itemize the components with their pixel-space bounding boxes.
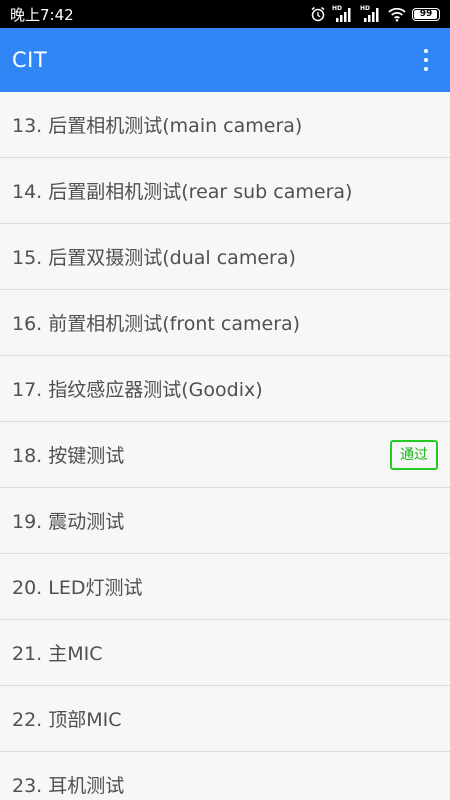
battery-icon: 99 bbox=[412, 7, 440, 21]
app-bar: CIT bbox=[0, 28, 450, 92]
signal-sim1-icon: HD bbox=[332, 5, 354, 23]
list-item-rear-sub-camera[interactable]: 14. 后置副相机测试(rear sub camera) bbox=[0, 158, 450, 224]
list-item-label: 14. 后置副相机测试(rear sub camera) bbox=[12, 181, 353, 203]
list-item-top-mic[interactable]: 22. 顶部MIC bbox=[0, 686, 450, 752]
list-item-label: 23. 耳机测试 bbox=[12, 775, 125, 797]
pass-badge: 通过 bbox=[390, 439, 438, 470]
alarm-icon bbox=[310, 6, 326, 22]
list-item-label: 19. 震动测试 bbox=[12, 511, 125, 533]
list-item-label: 13. 后置相机测试(main camera) bbox=[12, 115, 303, 137]
list-item-label: 16. 前置相机测试(front camera) bbox=[12, 313, 301, 335]
battery-level: 99 bbox=[419, 8, 433, 19]
list-item-label: 18. 按键测试 bbox=[12, 445, 125, 467]
list-item-headset[interactable]: 23. 耳机测试 bbox=[0, 752, 450, 800]
app-title: CIT bbox=[12, 48, 48, 72]
list-item-label: 17. 指纹感应器测试(Goodix) bbox=[12, 379, 263, 401]
list-item-dual-camera[interactable]: 15. 后置双摄测试(dual camera) bbox=[0, 224, 450, 290]
list-item-label: 22. 顶部MIC bbox=[12, 709, 122, 731]
list-item-key-test[interactable]: 18. 按键测试 通过 bbox=[0, 422, 450, 488]
wifi-icon bbox=[388, 6, 406, 22]
status-bar: 晚上7:42 HD HD 99 bbox=[0, 0, 450, 28]
list-item-label: 21. 主MIC bbox=[12, 643, 103, 665]
overflow-menu-icon[interactable] bbox=[414, 40, 438, 80]
signal-sim2-icon: HD bbox=[360, 5, 382, 23]
list-item-fingerprint[interactable]: 17. 指纹感应器测试(Goodix) bbox=[0, 356, 450, 422]
list-item-front-camera[interactable]: 16. 前置相机测试(front camera) bbox=[0, 290, 450, 356]
list-item-vibration[interactable]: 19. 震动测试 bbox=[0, 488, 450, 554]
list-item-main-camera[interactable]: 13. 后置相机测试(main camera) bbox=[0, 92, 450, 158]
list-item-label: 15. 后置双摄测试(dual camera) bbox=[12, 247, 296, 269]
list-item-led[interactable]: 20. LED灯测试 bbox=[0, 554, 450, 620]
status-time: 晚上7:42 bbox=[10, 5, 74, 24]
test-list: 13. 后置相机测试(main camera) 14. 后置副相机测试(rear… bbox=[0, 92, 450, 800]
list-item-main-mic[interactable]: 21. 主MIC bbox=[0, 620, 450, 686]
list-item-label: 20. LED灯测试 bbox=[12, 577, 143, 599]
status-icons: HD HD 99 bbox=[310, 5, 440, 23]
